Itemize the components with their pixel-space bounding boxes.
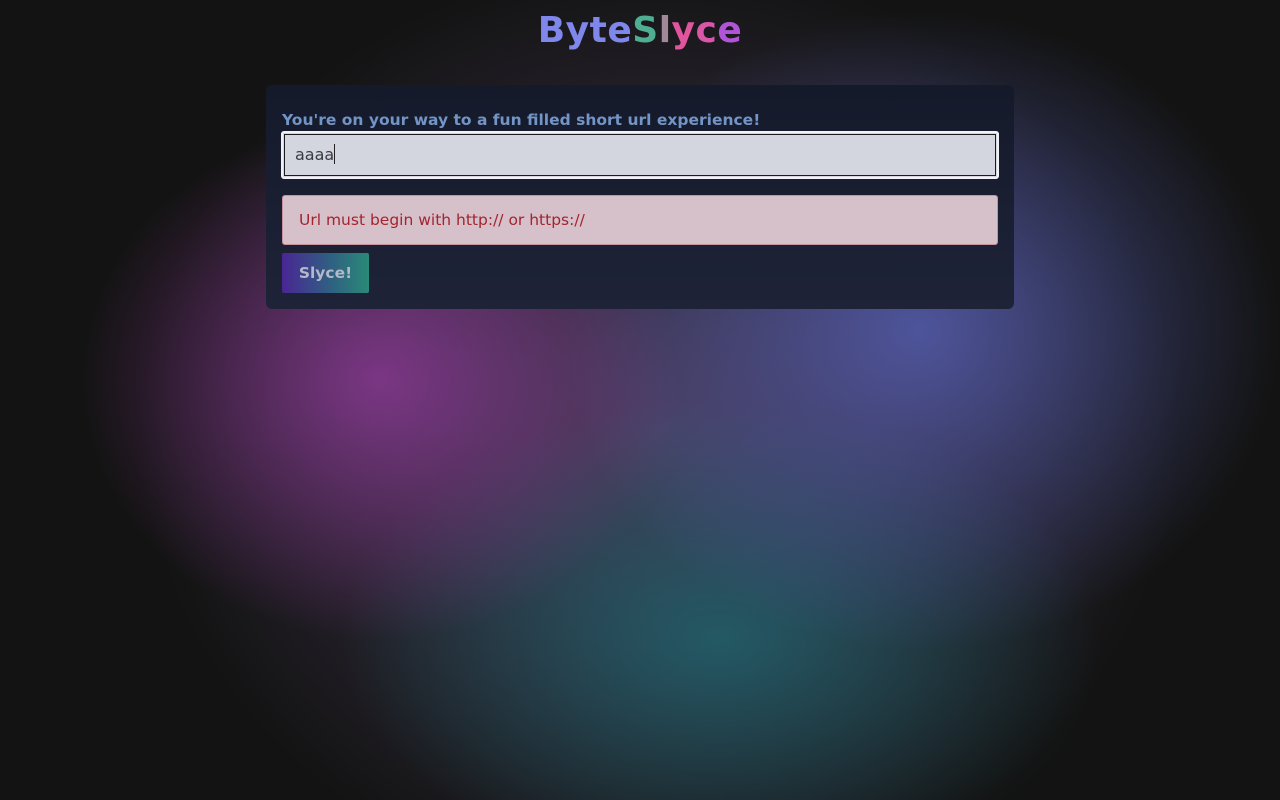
error-message: Url must begin with http:// or https://	[299, 211, 585, 229]
text-caret	[334, 144, 336, 164]
error-alert: Url must begin with http:// or https://	[282, 195, 998, 245]
form-prompt: You're on your way to a fun filled short…	[282, 111, 761, 129]
url-input-value: aaaa	[295, 145, 335, 164]
title-part: y	[671, 10, 696, 51]
title-part: e	[717, 10, 743, 51]
app-title: ByteSlyce	[0, 8, 1280, 54]
title-part: Byte	[537, 10, 633, 51]
shorten-url-card: You're on your way to a fun filled short…	[266, 85, 1014, 309]
slyce-button[interactable]: Slyce!	[282, 253, 369, 293]
title-part: S	[632, 10, 659, 51]
title-part: c	[695, 10, 718, 51]
title-part: l	[658, 10, 672, 51]
url-input[interactable]: aaaa	[281, 131, 999, 179]
